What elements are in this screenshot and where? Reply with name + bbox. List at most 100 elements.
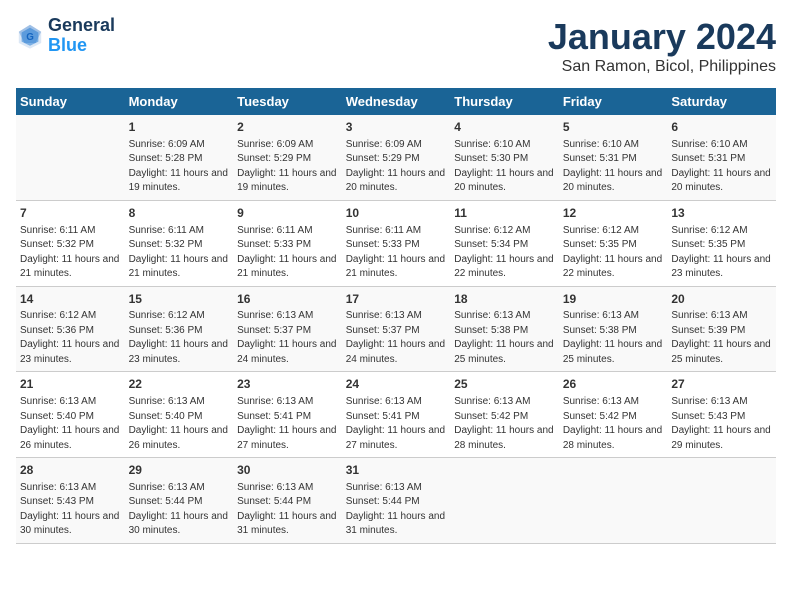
header-day: Saturday (667, 88, 776, 115)
logo-line2: Blue (48, 36, 115, 56)
header-day: Sunday (16, 88, 125, 115)
week-row: 14Sunrise: 6:12 AMSunset: 5:36 PMDayligh… (16, 286, 776, 372)
day-cell: 27Sunrise: 6:13 AMSunset: 5:43 PMDayligh… (667, 372, 776, 458)
day-cell: 26 Sunrise: 6:13 AMSunset: 5:42 PMDayligh… (559, 372, 668, 458)
day-number: 24 (346, 376, 447, 393)
day-number: 20 (671, 291, 772, 308)
cell-info: Sunrise: 6:13 AMSunset: 5:40 PMDaylight:… (20, 395, 121, 453)
day-number: 30 (237, 462, 338, 479)
cell-info: Sunrise: 6:12 AMSunset: 5:35 PMDaylight:… (563, 224, 664, 282)
day-number: 10 (346, 205, 447, 222)
day-cell: 7Sunrise: 6:11 AMSunset: 5:32 PMDaylight… (16, 200, 125, 286)
subtitle: San Ramon, Bicol, Philippines (548, 58, 776, 76)
header-day: Monday (125, 88, 234, 115)
day-cell: 8Sunrise: 6:11 AMSunset: 5:32 PMDaylight… (125, 200, 234, 286)
day-number: 26 (563, 376, 664, 393)
day-number: 2 (237, 119, 338, 136)
cell-info: Sunrise: 6:13 AMSunset: 5:40 PMDaylight:… (129, 395, 230, 453)
cell-info: Sunrise: 6:13 AMSunset: 5:42 PMDaylight:… (454, 395, 555, 453)
day-number: 22 (129, 376, 230, 393)
day-cell: 15Sunrise: 6:12 AMSunset: 5:36 PMDayligh… (125, 286, 234, 372)
day-number: 1 (129, 119, 230, 136)
title-area: January 2024 San Ramon, Bicol, Philippin… (548, 16, 776, 76)
day-cell: 24 Sunrise: 6:13 AMSunset: 5:41 PMDayligh… (342, 372, 451, 458)
day-cell: 21Sunrise: 6:13 AMSunset: 5:40 PMDayligh… (16, 372, 125, 458)
day-number: 23 (237, 376, 338, 393)
header-day: Wednesday (342, 88, 451, 115)
week-row: 1Sunrise: 6:09 AMSunset: 5:28 PMDaylight… (16, 115, 776, 200)
cell-info: Sunrise: 6:09 AMSunset: 5:29 PMDaylight:… (237, 138, 338, 196)
day-cell (450, 458, 559, 544)
cell-info: Sunrise: 6:13 AMSunset: 5:43 PMDaylight:… (671, 395, 772, 453)
day-number: 6 (671, 119, 772, 136)
cell-info: Sunrise: 6:13 AMSunset: 5:41 PMDaylight:… (346, 395, 447, 453)
header: G General Blue January 2024 San Ramon, B… (16, 16, 776, 76)
cell-info: Sunrise: 6:10 AMSunset: 5:31 PMDaylight:… (563, 138, 664, 196)
day-cell: 19Sunrise: 6:13 AMSunset: 5:38 PMDayligh… (559, 286, 668, 372)
day-number: 28 (20, 462, 121, 479)
day-number: 25 (454, 376, 555, 393)
cell-info: Sunrise: 6:13 AMSunset: 5:38 PMDaylight:… (563, 309, 664, 367)
cell-info: Sunrise: 6:13 AMSunset: 5:44 PMDaylight:… (237, 481, 338, 539)
cell-info: Sunrise: 6:13 AMSunset: 5:42 PMDaylight:… (563, 395, 664, 453)
day-number: 29 (129, 462, 230, 479)
day-number: 9 (237, 205, 338, 222)
svg-text:G: G (26, 32, 34, 43)
cell-info: Sunrise: 6:13 AMSunset: 5:37 PMDaylight:… (346, 309, 447, 367)
cell-info: Sunrise: 6:12 AMSunset: 5:35 PMDaylight:… (671, 224, 772, 282)
day-cell: 30 Sunrise: 6:13 AMSunset: 5:44 PMDayligh… (233, 458, 342, 544)
cell-info: Sunrise: 6:13 AMSunset: 5:43 PMDaylight:… (20, 481, 121, 539)
day-cell: 13Sunrise: 6:12 AMSunset: 5:35 PMDayligh… (667, 200, 776, 286)
day-cell: 11 Sunrise: 6:12 AMSunset: 5:34 PMDayligh… (450, 200, 559, 286)
cell-info: Sunrise: 6:12 AMSunset: 5:34 PMDaylight:… (454, 224, 555, 282)
logo-icon: G (16, 22, 44, 50)
cell-info: Sunrise: 6:10 AMSunset: 5:30 PMDaylight:… (454, 138, 555, 196)
day-number: 5 (563, 119, 664, 136)
calendar-table: SundayMondayTuesdayWednesdayThursdayFrid… (16, 88, 776, 544)
day-cell: 16Sunrise: 6:13 AMSunset: 5:37 PMDayligh… (233, 286, 342, 372)
day-number: 16 (237, 291, 338, 308)
cell-info: Sunrise: 6:12 AMSunset: 5:36 PMDaylight:… (129, 309, 230, 367)
day-number: 4 (454, 119, 555, 136)
day-number: 12 (563, 205, 664, 222)
logo: G General Blue (16, 16, 115, 56)
day-cell: 5 Sunrise: 6:10 AMSunset: 5:31 PMDaylight… (559, 115, 668, 200)
main-title: January 2024 (548, 16, 776, 58)
header-day: Tuesday (233, 88, 342, 115)
header-day: Thursday (450, 88, 559, 115)
day-number: 19 (563, 291, 664, 308)
day-number: 11 (454, 205, 555, 222)
day-cell: 14Sunrise: 6:12 AMSunset: 5:36 PMDayligh… (16, 286, 125, 372)
logo-line1: General (48, 16, 115, 36)
day-cell: 4 Sunrise: 6:10 AMSunset: 5:30 PMDaylight… (450, 115, 559, 200)
day-cell: 6 Sunrise: 6:10 AMSunset: 5:31 PMDaylight… (667, 115, 776, 200)
day-number: 15 (129, 291, 230, 308)
cell-info: Sunrise: 6:13 AMSunset: 5:37 PMDaylight:… (237, 309, 338, 367)
cell-info: Sunrise: 6:10 AMSunset: 5:31 PMDaylight:… (671, 138, 772, 196)
day-cell (667, 458, 776, 544)
cell-info: Sunrise: 6:11 AMSunset: 5:32 PMDaylight:… (129, 224, 230, 282)
day-cell: 9 Sunrise: 6:11 AMSunset: 5:33 PMDaylight… (233, 200, 342, 286)
day-cell: 3 Sunrise: 6:09 AMSunset: 5:29 PMDaylight… (342, 115, 451, 200)
header-day: Friday (559, 88, 668, 115)
cell-info: Sunrise: 6:11 AMSunset: 5:33 PMDaylight:… (237, 224, 338, 282)
cell-info: Sunrise: 6:13 AMSunset: 5:39 PMDaylight:… (671, 309, 772, 367)
day-number: 17 (346, 291, 447, 308)
week-row: 28 Sunrise: 6:13 AMSunset: 5:43 PMDayligh… (16, 458, 776, 544)
cell-info: Sunrise: 6:09 AMSunset: 5:29 PMDaylight:… (346, 138, 447, 196)
day-number: 3 (346, 119, 447, 136)
day-number: 7 (20, 205, 121, 222)
day-cell: 25 Sunrise: 6:13 AMSunset: 5:42 PMDayligh… (450, 372, 559, 458)
day-cell: 2 Sunrise: 6:09 AMSunset: 5:29 PMDaylight… (233, 115, 342, 200)
header-row: SundayMondayTuesdayWednesdayThursdayFrid… (16, 88, 776, 115)
week-row: 7 Sunrise: 6:11 AMSunset: 5:32 PMDaylight… (16, 200, 776, 286)
day-cell: 10Sunrise: 6:11 AMSunset: 5:33 PMDayligh… (342, 200, 451, 286)
day-cell: 28 Sunrise: 6:13 AMSunset: 5:43 PMDayligh… (16, 458, 125, 544)
cell-info: Sunrise: 6:13 AMSunset: 5:44 PMDaylight:… (129, 481, 230, 539)
day-cell: 22 Sunrise: 6:13 AMSunset: 5:40 PMDayligh… (125, 372, 234, 458)
day-cell: 18Sunrise: 6:13 AMSunset: 5:38 PMDayligh… (450, 286, 559, 372)
day-number: 31 (346, 462, 447, 479)
cell-info: Sunrise: 6:13 AMSunset: 5:38 PMDaylight:… (454, 309, 555, 367)
logo-text: General Blue (48, 16, 115, 56)
week-row: 21Sunrise: 6:13 AMSunset: 5:40 PMDayligh… (16, 372, 776, 458)
